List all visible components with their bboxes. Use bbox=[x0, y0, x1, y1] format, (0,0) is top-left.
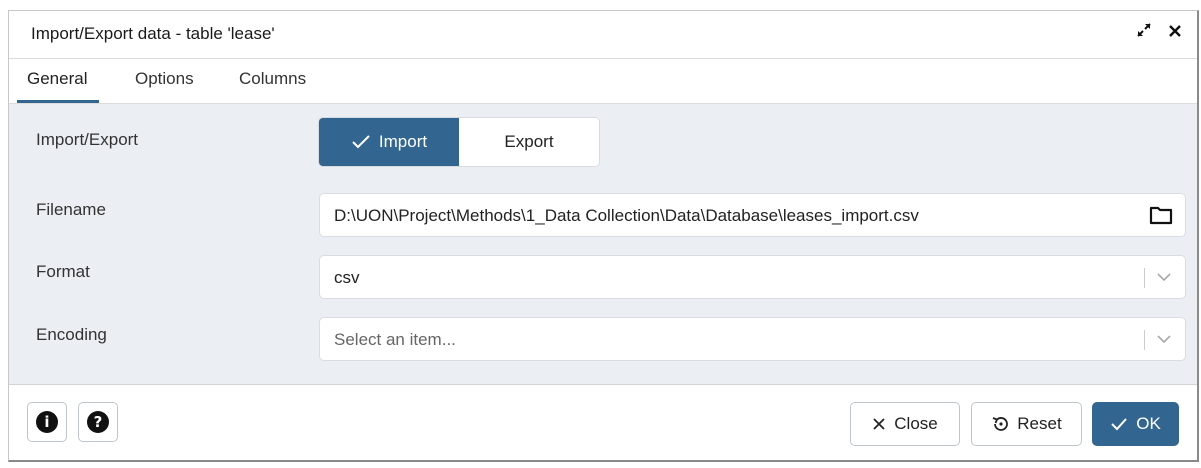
titlebar-controls bbox=[1135, 21, 1183, 45]
check-icon bbox=[352, 135, 370, 149]
close-icon[interactable] bbox=[1167, 21, 1183, 45]
export-button[interactable]: Export bbox=[459, 118, 599, 166]
ok-button[interactable]: OK bbox=[1092, 402, 1179, 446]
export-button-label: Export bbox=[504, 132, 554, 151]
reset-button[interactable]: Reset bbox=[971, 402, 1082, 446]
tab-general[interactable]: General bbox=[17, 69, 100, 103]
form-area: Import/Export Import Export Filename D:\… bbox=[9, 104, 1197, 384]
encoding-select[interactable]: Select an item... bbox=[319, 317, 1186, 361]
ok-button-label: OK bbox=[1136, 414, 1161, 433]
encoding-placeholder: Select an item... bbox=[334, 330, 456, 349]
folder-icon[interactable] bbox=[1149, 205, 1173, 225]
format-value: csv bbox=[334, 268, 360, 287]
close-button-label: Close bbox=[894, 414, 938, 433]
info-button[interactable]: i bbox=[27, 402, 67, 442]
select-separator bbox=[1144, 330, 1145, 350]
close-icon bbox=[873, 418, 885, 430]
close-button[interactable]: Close bbox=[850, 402, 960, 446]
import-export-label: Import/Export bbox=[36, 130, 139, 149]
encoding-label: Encoding bbox=[36, 325, 107, 344]
import-button-label: Import bbox=[378, 132, 428, 151]
tab-bar: General Options Columns bbox=[9, 59, 1197, 104]
dialog-footer: i ? Close Reset OK bbox=[9, 384, 1197, 460]
reset-icon bbox=[992, 417, 1009, 431]
format-label: Format bbox=[36, 262, 90, 281]
help-icon: ? bbox=[87, 411, 109, 433]
format-select[interactable]: csv bbox=[319, 255, 1186, 299]
check-icon bbox=[1111, 418, 1127, 431]
chevron-down-icon[interactable] bbox=[1155, 270, 1173, 284]
tab-options[interactable]: Options bbox=[135, 69, 194, 100]
import-button[interactable]: Import bbox=[319, 118, 459, 166]
reset-button-label: Reset bbox=[1017, 414, 1062, 433]
filename-field[interactable]: D:\UON\Project\Methods\1_Data Collection… bbox=[319, 193, 1186, 237]
dialog-titlebar[interactable]: Import/Export data - table 'lease' bbox=[9, 11, 1197, 59]
help-button[interactable]: ? bbox=[78, 402, 118, 442]
dialog-title: Import/Export data - table 'lease' bbox=[31, 24, 275, 43]
import-export-dialog: Import/Export data - table 'lease' Gener… bbox=[8, 10, 1199, 462]
filename-value: D:\UON\Project\Methods\1_Data Collection… bbox=[334, 206, 919, 225]
expand-icon[interactable] bbox=[1135, 21, 1153, 45]
filename-label: Filename bbox=[36, 200, 106, 219]
tab-columns[interactable]: Columns bbox=[239, 69, 306, 100]
chevron-down-icon[interactable] bbox=[1155, 332, 1173, 346]
info-icon: i bbox=[36, 411, 58, 433]
select-separator bbox=[1144, 268, 1145, 288]
import-export-toggle: Import Export bbox=[318, 117, 600, 167]
